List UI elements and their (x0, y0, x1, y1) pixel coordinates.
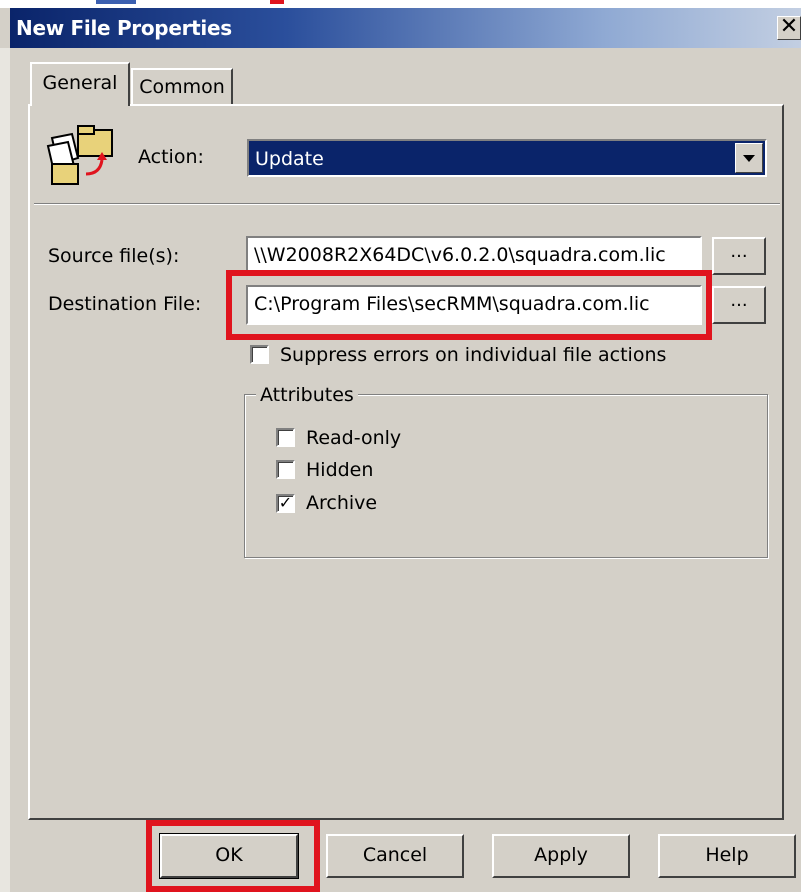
file-copy-icon (46, 125, 113, 185)
destination-browse-button[interactable]: ... (712, 286, 766, 324)
apply-button[interactable]: Apply (492, 834, 630, 878)
window-left-edge (0, 48, 10, 892)
suppress-errors-label: Suppress errors on individual file actio… (280, 344, 667, 366)
action-label: Action: (138, 146, 204, 168)
title-bar: New File Properties ✕ (10, 8, 801, 48)
cropped-fragment (96, 0, 136, 4)
read-only-label: Read-only (306, 427, 402, 449)
close-button[interactable]: ✕ (777, 16, 801, 40)
highlight-box-destination (226, 270, 712, 340)
source-label: Source file(s): (48, 245, 180, 267)
highlight-box-ok (146, 820, 320, 892)
suppress-errors-checkbox[interactable] (250, 345, 269, 364)
source-browse-button[interactable]: ... (712, 237, 766, 275)
tab-common[interactable]: Common (131, 68, 233, 104)
action-dropdown[interactable]: Update (247, 139, 767, 177)
cropped-toolbar-strip (0, 0, 801, 8)
destination-label: Destination File: (48, 293, 202, 315)
action-selected-value: Update (255, 148, 324, 170)
chevron-down-icon[interactable] (735, 143, 763, 173)
hidden-checkbox[interactable] (276, 460, 295, 479)
attributes-legend: Attributes (256, 384, 358, 406)
close-icon: ✕ (779, 14, 799, 39)
archive-label: Archive (306, 492, 378, 514)
help-button[interactable]: Help (658, 834, 796, 878)
checkmark-icon: ✓ (278, 493, 293, 512)
hidden-label: Hidden (306, 459, 374, 481)
cropped-fragment (270, 0, 284, 4)
cancel-button[interactable]: Cancel (326, 834, 464, 878)
section-separator (34, 203, 780, 205)
read-only-checkbox[interactable] (276, 428, 295, 447)
archive-checkbox[interactable]: ✓ (276, 494, 295, 513)
window-title: New File Properties (16, 16, 232, 40)
tab-general[interactable]: General (30, 62, 130, 106)
